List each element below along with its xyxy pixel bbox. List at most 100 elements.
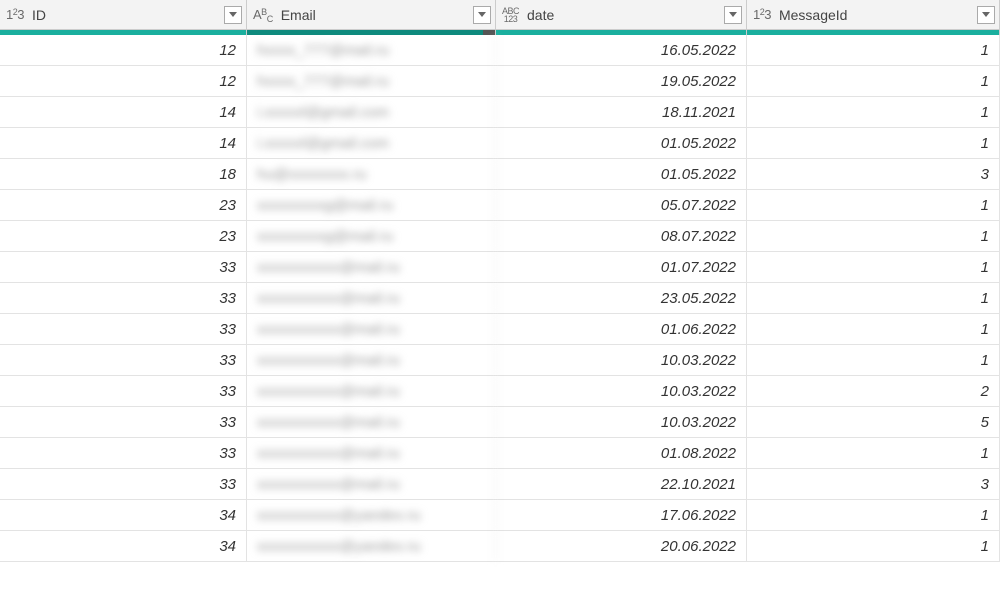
cell-messageid[interactable]: 1	[747, 66, 1000, 96]
cell-id[interactable]: 33	[0, 407, 247, 437]
column-header-id[interactable]: 123 ID	[0, 0, 247, 30]
column-header-date[interactable]: ABC123 date	[496, 0, 747, 30]
cell-messageid[interactable]: 1	[747, 345, 1000, 375]
cell-date[interactable]: 17.06.2022	[496, 500, 747, 530]
column-label: MessageId	[779, 7, 977, 23]
cell-date[interactable]: 05.07.2022	[496, 190, 747, 220]
cell-email[interactable]: xxxxxxxxxxx@yandex.ru	[247, 500, 496, 530]
table-row[interactable]: 33xxxxxxxxxxx@mail.ru10.03.20221	[0, 345, 1000, 376]
cell-date[interactable]: 23.05.2022	[496, 283, 747, 313]
cell-id[interactable]: 33	[0, 438, 247, 468]
cell-date[interactable]: 19.05.2022	[496, 66, 747, 96]
cell-date[interactable]: 10.03.2022	[496, 376, 747, 406]
table-row[interactable]: 23xxxxxxxxxg@mail.ru08.07.20221	[0, 221, 1000, 252]
cell-email[interactable]: hxxxx_777@mail.ru	[247, 66, 496, 96]
cell-messageid[interactable]: 1	[747, 438, 1000, 468]
cell-email[interactable]: xxxxxxxxxg@mail.ru	[247, 221, 496, 251]
cell-messageid[interactable]: 3	[747, 159, 1000, 189]
cell-email[interactable]: xxxxxxxxxxx@mail.ru	[247, 438, 496, 468]
table-row[interactable]: 12hxxxx_777@mail.ru16.05.20221	[0, 35, 1000, 66]
cell-email[interactable]: xxxxxxxxxxx@mail.ru	[247, 376, 496, 406]
cell-id[interactable]: 33	[0, 469, 247, 499]
cell-email[interactable]: hxxxx_777@mail.ru	[247, 35, 496, 65]
column-header-email[interactable]: ABC Email	[247, 0, 496, 30]
cell-id[interactable]: 33	[0, 314, 247, 344]
cell-messageid[interactable]: 2	[747, 376, 1000, 406]
cell-id[interactable]: 14	[0, 97, 247, 127]
cell-messageid[interactable]: 1	[747, 35, 1000, 65]
cell-email[interactable]: xxxxxxxxxxx@yandex.ru	[247, 531, 496, 561]
cell-id[interactable]: 33	[0, 283, 247, 313]
cell-messageid[interactable]: 1	[747, 221, 1000, 251]
cell-messageid[interactable]: 1	[747, 283, 1000, 313]
cell-id[interactable]: 23	[0, 221, 247, 251]
cell-id[interactable]: 34	[0, 500, 247, 530]
cell-messageid[interactable]: 1	[747, 128, 1000, 158]
cell-messageid[interactable]: 5	[747, 407, 1000, 437]
cell-id[interactable]: 12	[0, 66, 247, 96]
cell-email[interactable]: xxxxxxxxxxx@mail.ru	[247, 252, 496, 282]
cell-id[interactable]: 23	[0, 190, 247, 220]
cell-email[interactable]: i.xxxxxl@gmail.com	[247, 97, 496, 127]
cell-id[interactable]: 33	[0, 252, 247, 282]
cell-messageid[interactable]: 1	[747, 531, 1000, 561]
cell-id[interactable]: 33	[0, 345, 247, 375]
cell-messageid[interactable]: 1	[747, 252, 1000, 282]
table-row[interactable]: 33xxxxxxxxxxx@mail.ru10.03.20222	[0, 376, 1000, 407]
table-row[interactable]: 23xxxxxxxxxg@mail.ru05.07.20221	[0, 190, 1000, 221]
data-table: 123 ID ABC Email ABC123 date 123 Message…	[0, 0, 1000, 562]
cell-email[interactable]: xxxxxxxxxxx@mail.ru	[247, 469, 496, 499]
cell-email[interactable]: hu@xxxxxxxx.ru	[247, 159, 496, 189]
table-row[interactable]: 33xxxxxxxxxxx@mail.ru23.05.20221	[0, 283, 1000, 314]
table-row[interactable]: 14i.xxxxxl@gmail.com18.11.20211	[0, 97, 1000, 128]
cell-date[interactable]: 01.05.2022	[496, 159, 747, 189]
cell-date[interactable]: 16.05.2022	[496, 35, 747, 65]
table-row[interactable]: 33xxxxxxxxxxx@mail.ru01.08.20221	[0, 438, 1000, 469]
cell-date[interactable]: 22.10.2021	[496, 469, 747, 499]
cell-email[interactable]: xxxxxxxxxxx@mail.ru	[247, 345, 496, 375]
cell-date[interactable]: 10.03.2022	[496, 345, 747, 375]
column-header-messageid[interactable]: 123 MessageId	[747, 0, 1000, 30]
column-label: Email	[281, 7, 473, 23]
table-row[interactable]: 34xxxxxxxxxxx@yandex.ru20.06.20221	[0, 531, 1000, 562]
type-int-icon: 123	[6, 7, 24, 22]
cell-messageid[interactable]: 1	[747, 190, 1000, 220]
cell-email[interactable]: xxxxxxxxxxx@mail.ru	[247, 283, 496, 313]
cell-id[interactable]: 34	[0, 531, 247, 561]
cell-date[interactable]: 20.06.2022	[496, 531, 747, 561]
cell-id[interactable]: 14	[0, 128, 247, 158]
header-row: 123 ID ABC Email ABC123 date 123 Message…	[0, 0, 1000, 30]
table-row[interactable]: 18hu@xxxxxxxx.ru01.05.20223	[0, 159, 1000, 190]
cell-date[interactable]: 08.07.2022	[496, 221, 747, 251]
table-row[interactable]: 33xxxxxxxxxxx@mail.ru10.03.20225	[0, 407, 1000, 438]
cell-date[interactable]: 01.08.2022	[496, 438, 747, 468]
cell-messageid[interactable]: 3	[747, 469, 1000, 499]
cell-email[interactable]: xxxxxxxxxxx@mail.ru	[247, 314, 496, 344]
filter-button[interactable]	[473, 6, 491, 24]
cell-email[interactable]: i.xxxxxl@gmail.com	[247, 128, 496, 158]
table-row[interactable]: 33xxxxxxxxxxx@mail.ru01.06.20221	[0, 314, 1000, 345]
filter-button[interactable]	[224, 6, 242, 24]
cell-id[interactable]: 12	[0, 35, 247, 65]
filter-button[interactable]	[977, 6, 995, 24]
type-text-icon: ABC	[253, 7, 273, 22]
table-row[interactable]: 12hxxxx_777@mail.ru19.05.20221	[0, 66, 1000, 97]
cell-messageid[interactable]: 1	[747, 314, 1000, 344]
cell-date[interactable]: 18.11.2021	[496, 97, 747, 127]
table-row[interactable]: 14i.xxxxxl@gmail.com01.05.20221	[0, 128, 1000, 159]
table-row[interactable]: 33xxxxxxxxxxx@mail.ru01.07.20221	[0, 252, 1000, 283]
cell-date[interactable]: 01.05.2022	[496, 128, 747, 158]
cell-date[interactable]: 10.03.2022	[496, 407, 747, 437]
cell-id[interactable]: 33	[0, 376, 247, 406]
cell-date[interactable]: 01.07.2022	[496, 252, 747, 282]
cell-messageid[interactable]: 1	[747, 500, 1000, 530]
cell-email[interactable]: xxxxxxxxxg@mail.ru	[247, 190, 496, 220]
filter-button[interactable]	[724, 6, 742, 24]
cell-email[interactable]: xxxxxxxxxxx@mail.ru	[247, 407, 496, 437]
table-body: 12hxxxx_777@mail.ru16.05.2022112hxxxx_77…	[0, 35, 1000, 562]
cell-id[interactable]: 18	[0, 159, 247, 189]
table-row[interactable]: 34xxxxxxxxxxx@yandex.ru17.06.20221	[0, 500, 1000, 531]
cell-date[interactable]: 01.06.2022	[496, 314, 747, 344]
table-row[interactable]: 33xxxxxxxxxxx@mail.ru22.10.20213	[0, 469, 1000, 500]
cell-messageid[interactable]: 1	[747, 97, 1000, 127]
